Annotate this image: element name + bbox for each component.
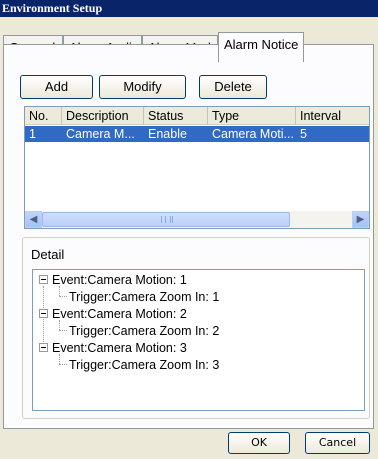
- tab-strip: General Alarm Audio Alarm Mode Alarm Not…: [0, 17, 378, 62]
- collapse-icon[interactable]: [39, 309, 48, 318]
- delete-button[interactable]: Delete: [199, 75, 267, 99]
- tree-line: [59, 364, 67, 365]
- tree-item-event[interactable]: Event:Camera Motion: 1: [52, 273, 187, 287]
- tree-item-trigger[interactable]: Trigger:Camera Zoom In: 1: [69, 290, 219, 304]
- cell-type: Camera Moti...: [212, 127, 294, 141]
- cell-interval: 5: [300, 127, 307, 141]
- column-header-status[interactable]: Status: [144, 107, 208, 125]
- collapse-icon[interactable]: [39, 343, 48, 352]
- window-title: Environment Setup: [0, 0, 378, 17]
- column-header-no[interactable]: No.: [25, 107, 62, 125]
- tree-line: [59, 296, 67, 297]
- tree-item-event[interactable]: Event:Camera Motion: 2: [52, 307, 187, 321]
- scroll-thumb[interactable]: [42, 212, 290, 227]
- alarm-notice-list[interactable]: No. Description Status Type Interval 1 C…: [24, 106, 370, 229]
- cell-status: Enable: [148, 127, 187, 141]
- tree-item-trigger[interactable]: Trigger:Camera Zoom In: 2: [69, 324, 219, 338]
- cell-no: 1: [29, 127, 36, 141]
- column-header-description[interactable]: Description: [62, 107, 144, 125]
- collapse-icon[interactable]: [39, 275, 48, 284]
- list-header: No. Description Status Type Interval: [25, 107, 369, 125]
- detail-label: Detail: [31, 247, 65, 262]
- environment-setup-window: Environment Setup General Alarm Audio Al…: [0, 0, 378, 459]
- column-header-type[interactable]: Type: [208, 107, 296, 125]
- tree-item-trigger[interactable]: Trigger:Camera Zoom In: 3: [69, 358, 219, 372]
- detail-group: Detail Event:Camera Motion: 1 Trigger:Ca…: [22, 237, 370, 419]
- tree-line: [59, 354, 60, 364]
- scroll-right-icon[interactable]: ▶: [352, 211, 369, 228]
- horizontal-scrollbar[interactable]: ◀ ▶: [25, 211, 369, 228]
- tree-line: [59, 286, 60, 296]
- column-header-interval[interactable]: Interval: [296, 107, 369, 125]
- tab-alarm-notice[interactable]: Alarm Notice: [218, 32, 304, 62]
- scroll-left-icon[interactable]: ◀: [25, 211, 42, 228]
- grip-icon: [161, 216, 173, 223]
- detail-tree[interactable]: Event:Camera Motion: 1 Trigger:Camera Zo…: [32, 269, 365, 411]
- tree-item-event[interactable]: Event:Camera Motion: 3: [52, 341, 187, 355]
- tree-line: [59, 320, 60, 330]
- ok-button[interactable]: OK: [228, 432, 290, 454]
- modify-button[interactable]: Modify: [99, 75, 186, 99]
- add-button[interactable]: Add: [20, 75, 93, 99]
- table-row[interactable]: 1 Camera M... Enable Camera Moti... 5: [25, 126, 369, 142]
- cell-description: Camera M...: [66, 127, 135, 141]
- tree-line: [59, 330, 67, 331]
- cancel-button[interactable]: Cancel: [305, 432, 370, 454]
